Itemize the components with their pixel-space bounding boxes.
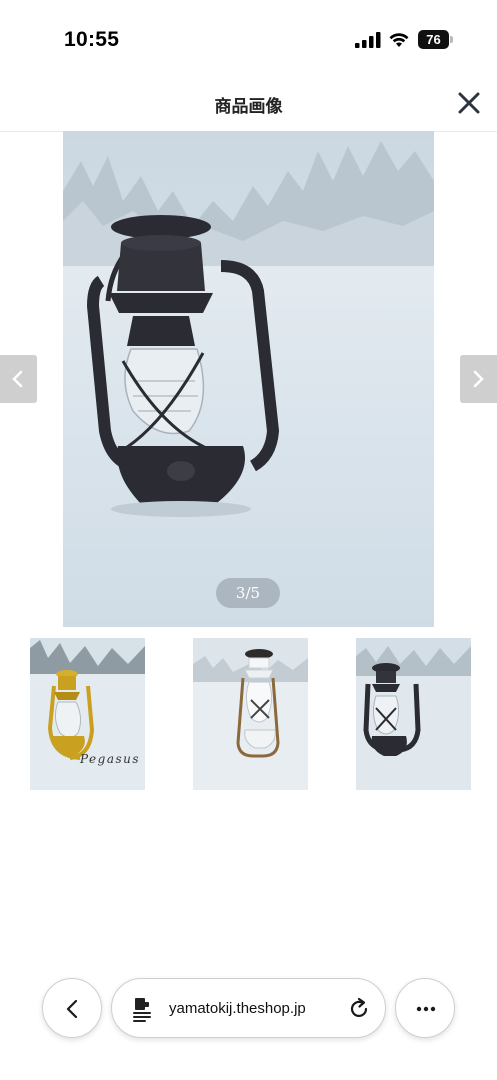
status-time: 10:55: [64, 28, 120, 51]
image-counter: 3/5: [216, 578, 280, 608]
url-text: yamatokij.theshop.jp: [169, 1000, 306, 1017]
reload-icon[interactable]: [347, 997, 371, 1021]
chevron-left-icon: [12, 370, 23, 388]
close-icon[interactable]: [456, 90, 482, 116]
back-icon: [66, 999, 78, 1019]
more-button[interactable]: [395, 978, 455, 1038]
thumbnail-3[interactable]: [356, 638, 471, 790]
next-image-button[interactable]: [460, 355, 497, 403]
battery-cap: [450, 36, 453, 43]
modal-header: 商品画像: [0, 80, 497, 132]
more-icon: [416, 1006, 436, 1012]
prev-image-button[interactable]: [0, 355, 37, 403]
page-icon: [133, 998, 151, 1022]
thumbnail-2[interactable]: [193, 638, 308, 790]
address-bar[interactable]: yamatokij.theshop.jp: [111, 978, 386, 1038]
back-button[interactable]: [42, 978, 102, 1038]
status-bar: 10:55 76: [0, 0, 497, 80]
signal-icon: [355, 32, 381, 48]
wifi-icon: [389, 33, 409, 47]
thumbnail-1[interactable]: Pegasus: [30, 638, 145, 790]
main-product-image: [63, 131, 434, 627]
browser-toolbar: yamatokij.theshop.jp: [0, 970, 497, 1050]
chevron-right-icon: [473, 370, 484, 388]
battery-level: 76: [426, 32, 441, 47]
battery-indicator: 76: [418, 30, 454, 49]
page-title: 商品画像: [214, 97, 283, 117]
thumbnail-caption: Pegasus: [80, 752, 141, 766]
